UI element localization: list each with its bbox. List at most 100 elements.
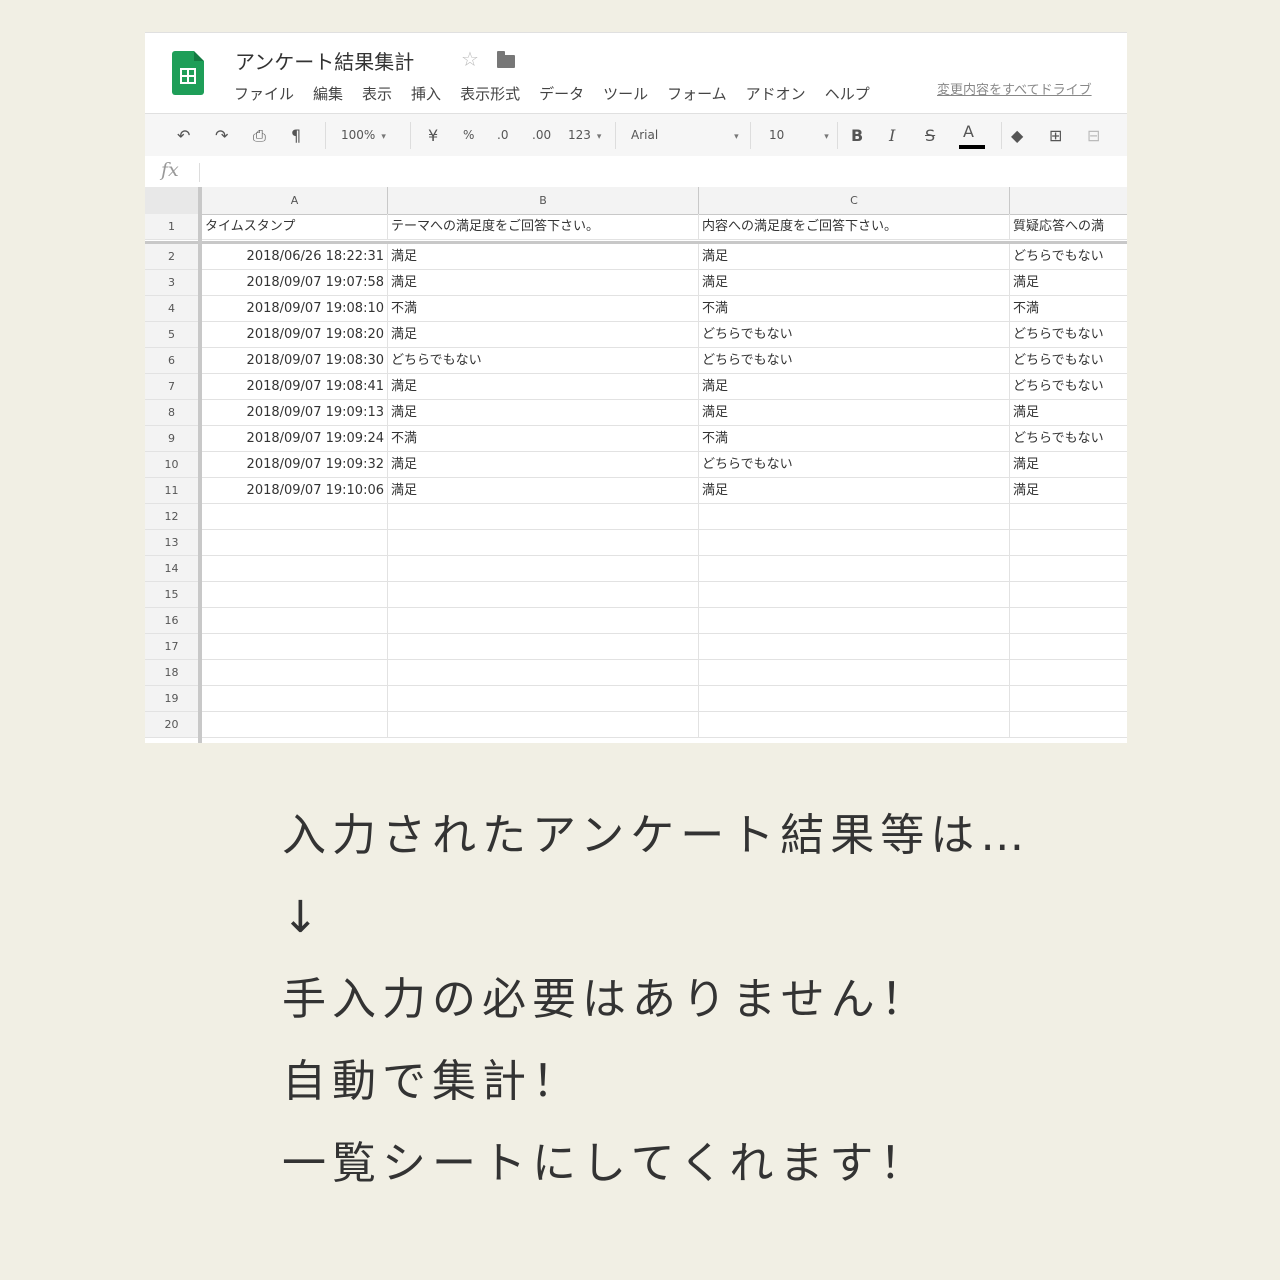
row-number[interactable]: 17 — [145, 634, 199, 659]
cell-a[interactable] — [202, 634, 388, 659]
cell-d[interactable] — [1010, 660, 1127, 685]
redo-icon[interactable]: ↷ — [215, 114, 228, 157]
cell-c[interactable]: どちらでもない — [699, 452, 1010, 477]
cell-c[interactable]: 満足 — [699, 478, 1010, 503]
cell-c[interactable] — [699, 686, 1010, 711]
row-number[interactable]: 14 — [145, 556, 199, 581]
cell-d[interactable]: 満足 — [1010, 270, 1127, 295]
borders-icon[interactable]: ⊞ — [1049, 114, 1062, 157]
sheets-logo-icon[interactable] — [172, 51, 204, 95]
row-number[interactable]: 12 — [145, 504, 199, 529]
cell-c[interactable]: 内容への満足度をご回答下さい。 — [699, 214, 1010, 239]
cell-b[interactable]: 満足 — [388, 244, 699, 269]
row-number[interactable]: 19 — [145, 686, 199, 711]
row-number[interactable]: 3 — [145, 270, 199, 295]
font-select[interactable]: Arial ▾ — [631, 114, 739, 157]
cell-b[interactable] — [388, 712, 699, 737]
column-header-b[interactable]: B — [388, 187, 699, 214]
row-number[interactable]: 5 — [145, 322, 199, 347]
cell-d[interactable]: 満足 — [1010, 478, 1127, 503]
decrease-decimal-button[interactable]: .0 — [497, 114, 508, 157]
document-title[interactable]: アンケート結果集計 — [235, 46, 414, 75]
cell-a[interactable] — [202, 712, 388, 737]
font-size-select[interactable]: 10 ▾ — [769, 114, 829, 157]
strikethrough-button[interactable]: S — [925, 114, 935, 157]
cell-a[interactable]: 2018/09/07 19:08:41 — [202, 374, 388, 399]
row-number[interactable]: 16 — [145, 608, 199, 633]
cell-d[interactable] — [1010, 608, 1127, 633]
formula-bar[interactable]: fx — [145, 156, 1127, 188]
menu-insert[interactable]: 挿入 — [411, 83, 441, 105]
cell-d[interactable]: どちらでもない — [1010, 348, 1127, 373]
row-number[interactable]: 13 — [145, 530, 199, 555]
cell-d[interactable]: 不満 — [1010, 296, 1127, 321]
cell-b[interactable] — [388, 686, 699, 711]
cell-b[interactable]: 満足 — [388, 452, 699, 477]
cell-a[interactable]: 2018/09/07 19:09:32 — [202, 452, 388, 477]
cell-d[interactable]: どちらでもない — [1010, 426, 1127, 451]
row-number[interactable]: 18 — [145, 660, 199, 685]
cell-d[interactable]: どちらでもない — [1010, 374, 1127, 399]
column-header-c[interactable]: C — [699, 187, 1010, 214]
increase-decimal-button[interactable]: .00 — [532, 114, 551, 157]
cell-a[interactable]: 2018/06/26 18:22:31 — [202, 244, 388, 269]
menu-help[interactable]: ヘルプ — [825, 83, 870, 105]
cell-d[interactable] — [1010, 686, 1127, 711]
cell-a[interactable]: 2018/09/07 19:09:24 — [202, 426, 388, 451]
cell-a[interactable] — [202, 686, 388, 711]
row-number[interactable]: 2 — [145, 244, 199, 269]
cell-c[interactable] — [699, 504, 1010, 529]
percent-format-button[interactable]: % — [463, 114, 474, 157]
cell-a[interactable]: 2018/09/07 19:09:13 — [202, 400, 388, 425]
column-header-a[interactable]: A — [202, 187, 388, 214]
cell-d[interactable]: どちらでもない — [1010, 244, 1127, 269]
cell-b[interactable]: 満足 — [388, 374, 699, 399]
menu-view[interactable]: 表示 — [362, 83, 392, 105]
cell-a[interactable]: 2018/09/07 19:10:06 — [202, 478, 388, 503]
cell-c[interactable] — [699, 530, 1010, 555]
currency-format-button[interactable]: ¥ — [428, 114, 438, 157]
cell-b[interactable] — [388, 530, 699, 555]
cell-d[interactable]: 満足 — [1010, 400, 1127, 425]
row-number[interactable]: 20 — [145, 712, 199, 737]
column-header-d[interactable] — [1010, 187, 1127, 214]
cell-b[interactable]: テーマへの満足度をご回答下さい。 — [388, 214, 699, 239]
menu-data[interactable]: データ — [539, 83, 584, 105]
cell-d[interactable] — [1010, 634, 1127, 659]
cell-c[interactable] — [699, 634, 1010, 659]
cell-d[interactable] — [1010, 556, 1127, 581]
print-icon[interactable]: ⎙ — [253, 114, 266, 157]
cell-d[interactable] — [1010, 530, 1127, 555]
cell-a[interactable] — [202, 582, 388, 607]
cell-b[interactable]: 不満 — [388, 296, 699, 321]
cell-c[interactable]: 不満 — [699, 296, 1010, 321]
cell-d[interactable] — [1010, 504, 1127, 529]
cell-c[interactable] — [699, 556, 1010, 581]
fill-color-icon[interactable]: ◆ — [1011, 114, 1023, 157]
cell-d[interactable] — [1010, 582, 1127, 607]
cell-b[interactable] — [388, 608, 699, 633]
cell-b[interactable] — [388, 582, 699, 607]
cell-c[interactable] — [699, 582, 1010, 607]
cell-a[interactable] — [202, 608, 388, 633]
cell-d[interactable]: どちらでもない — [1010, 322, 1127, 347]
italic-button[interactable]: I — [889, 114, 895, 157]
cell-b[interactable]: 満足 — [388, 270, 699, 295]
cell-a[interactable]: 2018/09/07 19:08:30 — [202, 348, 388, 373]
row-number[interactable]: 15 — [145, 582, 199, 607]
zoom-select[interactable]: 100% ▾ — [341, 114, 386, 157]
row-number[interactable]: 10 — [145, 452, 199, 477]
cell-c[interactable]: 満足 — [699, 400, 1010, 425]
cell-a[interactable]: タイムスタンプ — [202, 214, 388, 239]
row-number[interactable]: 7 — [145, 374, 199, 399]
row-number[interactable]: 1 — [145, 214, 199, 239]
menu-tools[interactable]: ツール — [603, 83, 648, 105]
menu-format[interactable]: 表示形式 — [460, 83, 520, 105]
cell-b[interactable]: 満足 — [388, 322, 699, 347]
cell-c[interactable]: 満足 — [699, 270, 1010, 295]
more-formats-select[interactable]: 123 ▾ — [568, 114, 601, 157]
cell-c[interactable]: 満足 — [699, 244, 1010, 269]
cell-a[interactable]: 2018/09/07 19:07:58 — [202, 270, 388, 295]
cell-c[interactable]: 満足 — [699, 374, 1010, 399]
cell-b[interactable] — [388, 660, 699, 685]
